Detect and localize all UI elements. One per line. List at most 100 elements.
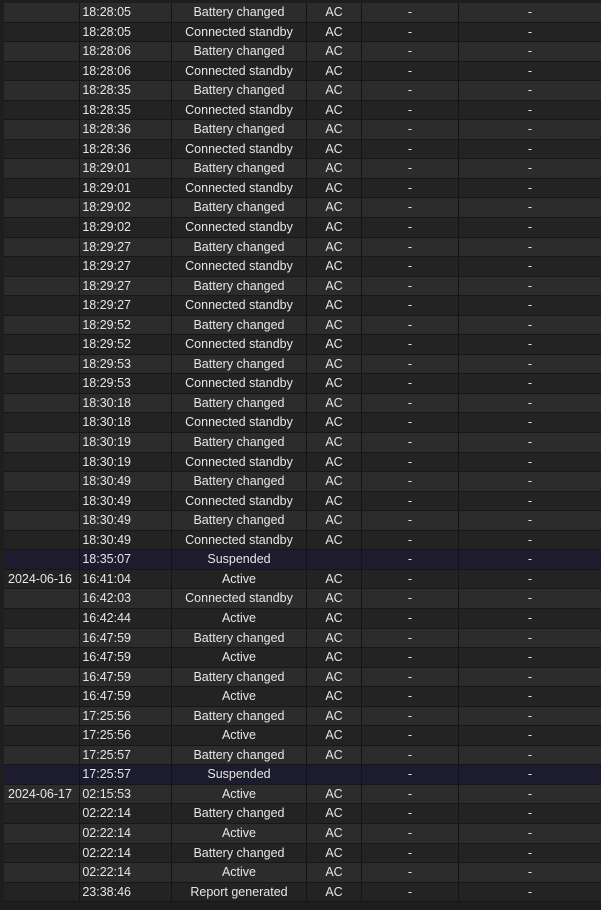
- capacity-change-cell: -: [527, 220, 533, 235]
- capacity-change-cell: -: [527, 435, 533, 450]
- capacity-cell: -: [362, 315, 459, 335]
- date-cell: [4, 81, 80, 100]
- state-cell: Battery changed: [172, 120, 307, 139]
- capacity-cell: -: [362, 550, 459, 569]
- time-cell: 02:22:14: [80, 863, 172, 882]
- source-cell: AC: [307, 628, 362, 648]
- state-cell: Battery changed: [172, 628, 307, 648]
- time-cell: 17:25:57: [80, 745, 172, 765]
- source-cell: AC: [307, 863, 362, 882]
- capacity-change-cell: -: [527, 376, 533, 391]
- date-cell: [4, 354, 80, 374]
- time-cell: 18:30:49: [80, 530, 172, 550]
- capacity-change-cell: -: [527, 356, 533, 371]
- capacity-change-cell: -: [527, 317, 533, 332]
- capacity-change-cell: -: [527, 845, 533, 860]
- capacity-change-cell: -: [527, 493, 533, 508]
- date-cell: [4, 823, 80, 843]
- source-cell: AC: [307, 100, 362, 120]
- capacity-change-cell: -: [527, 122, 533, 137]
- time-cell: 18:29:02: [80, 218, 172, 237]
- time-cell: 18:30:49: [80, 491, 172, 511]
- capacity-change-cell: -: [527, 259, 533, 274]
- time-cell: 18:29:02: [80, 198, 172, 218]
- capacity-cell: -: [362, 61, 459, 81]
- table-row: 18:29:02 Connected standby AC - -: [4, 218, 601, 238]
- table-row-suspended: 18:35:07 Suspended - -: [4, 550, 601, 570]
- state-cell: Connected standby: [172, 218, 307, 237]
- date-cell: [4, 178, 80, 198]
- time-cell: 18:28:05: [80, 3, 172, 22]
- capacity-change-cell: -: [527, 63, 533, 78]
- state-cell: Connected standby: [172, 530, 307, 550]
- capacity-change-cell: -: [527, 630, 533, 645]
- capacity-change-cell: -: [527, 24, 533, 39]
- capacity-change-cell: -: [527, 239, 533, 254]
- date-cell: [4, 550, 80, 569]
- source-cell: AC: [307, 726, 362, 745]
- time-cell: 16:41:04: [80, 569, 172, 589]
- state-cell: Suspended: [172, 765, 307, 784]
- table-row-suspended: 17:25:57 Suspended - -: [4, 765, 601, 785]
- state-cell: Connected standby: [172, 452, 307, 472]
- date-cell: [4, 237, 80, 257]
- capacity-cell: -: [362, 159, 459, 178]
- date-cell: [4, 296, 80, 315]
- state-cell: Battery changed: [172, 159, 307, 178]
- capacity-change-cell: -: [527, 552, 533, 567]
- state-cell: Battery changed: [172, 198, 307, 218]
- capacity-cell: -: [362, 843, 459, 863]
- capacity-cell: -: [362, 804, 459, 823]
- date-cell: [4, 42, 80, 61]
- table-row: 18:28:06 Battery changed AC - -: [4, 42, 601, 62]
- capacity-change-cell: -: [527, 532, 533, 547]
- table-row: 02:22:14 Battery changed AC - -: [4, 804, 601, 824]
- source-cell: AC: [307, 3, 362, 22]
- source-cell: AC: [307, 882, 362, 902]
- state-cell: Connected standby: [172, 413, 307, 433]
- table-row: 23:38:46 Report generated AC - -: [4, 882, 601, 903]
- time-cell: 18:29:27: [80, 296, 172, 315]
- date-cell: [4, 198, 80, 218]
- date-cell: [4, 61, 80, 81]
- table-row: 18:29:53 Battery changed AC - -: [4, 354, 601, 375]
- state-cell: Active: [172, 863, 307, 882]
- capacity-cell: -: [362, 120, 459, 139]
- table-row: 18:29:27 Connected standby AC - -: [4, 257, 601, 277]
- time-cell: 18:29:52: [80, 335, 172, 354]
- time-cell: 18:30:19: [80, 452, 172, 472]
- source-cell: AC: [307, 296, 362, 315]
- table-row: 16:42:44 Active AC - -: [4, 608, 601, 629]
- capacity-change-cell: -: [527, 141, 533, 156]
- capacity-change-cell: -: [527, 395, 533, 410]
- state-cell: Connected standby: [172, 257, 307, 276]
- time-cell: 18:29:01: [80, 178, 172, 198]
- date-cell: [4, 863, 80, 882]
- state-cell: Connected standby: [172, 335, 307, 354]
- capacity-change-cell: -: [527, 767, 533, 782]
- table-row: 02:22:14 Active AC - -: [4, 823, 601, 844]
- date-cell: [4, 413, 80, 433]
- capacity-cell: -: [362, 745, 459, 765]
- time-cell: 18:35:07: [80, 550, 172, 569]
- date-cell: [4, 218, 80, 237]
- time-cell: 18:28:35: [80, 100, 172, 120]
- capacity-change-cell: -: [527, 180, 533, 195]
- capacity-cell: -: [362, 863, 459, 882]
- date-cell: [4, 315, 80, 335]
- date-cell: [4, 276, 80, 296]
- capacity-cell: -: [362, 374, 459, 393]
- capacity-cell: -: [362, 198, 459, 218]
- capacity-change-cell: -: [527, 278, 533, 293]
- state-cell: Active: [172, 687, 307, 706]
- state-cell: Battery changed: [172, 42, 307, 61]
- table-row: 18:28:05 Battery changed AC - -: [4, 3, 601, 23]
- time-cell: 18:28:36: [80, 139, 172, 159]
- capacity-cell: -: [362, 42, 459, 61]
- state-cell: Active: [172, 726, 307, 745]
- capacity-cell: -: [362, 589, 459, 608]
- capacity-change-cell: -: [527, 200, 533, 215]
- date-cell: [4, 374, 80, 393]
- table-row: 18:29:52 Battery changed AC - -: [4, 315, 601, 336]
- capacity-cell: -: [362, 100, 459, 120]
